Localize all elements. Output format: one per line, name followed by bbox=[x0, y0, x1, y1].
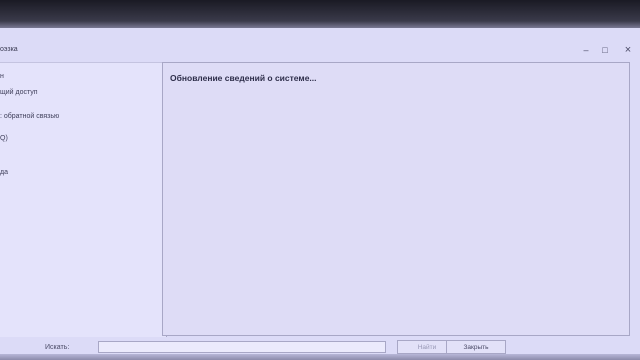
search-input[interactable] bbox=[98, 341, 386, 353]
sidebar-item[interactable]: Q) bbox=[0, 135, 8, 142]
search-label: Искать: bbox=[45, 344, 70, 351]
close-button[interactable]: Закрыть bbox=[446, 340, 506, 354]
sidebar-item[interactable]: щий доступ bbox=[0, 89, 38, 96]
maximize-icon[interactable]: □ bbox=[599, 44, 611, 56]
close-icon[interactable]: × bbox=[622, 44, 634, 56]
minimize-icon[interactable]: – bbox=[580, 44, 592, 56]
sidebar-item[interactable]: да bbox=[0, 169, 8, 176]
sidebar: н щий доступ : обратной связью Q) да bbox=[0, 62, 167, 337]
sidebar-item[interactable]: : обратной связью bbox=[0, 113, 59, 120]
monitor-bezel bbox=[0, 0, 640, 30]
status-text: Обновление сведений о системе... bbox=[170, 73, 317, 83]
system-info-window: оэзка – □ × н щий доступ : обратной связ… bbox=[0, 28, 640, 360]
taskbar-edge bbox=[0, 354, 640, 360]
window-titlebar[interactable]: оэзка – □ × bbox=[0, 40, 640, 62]
window-title: оэзка bbox=[0, 46, 18, 53]
sidebar-item[interactable]: н bbox=[0, 73, 4, 80]
content-panel: Обновление сведений о системе... bbox=[162, 62, 630, 336]
